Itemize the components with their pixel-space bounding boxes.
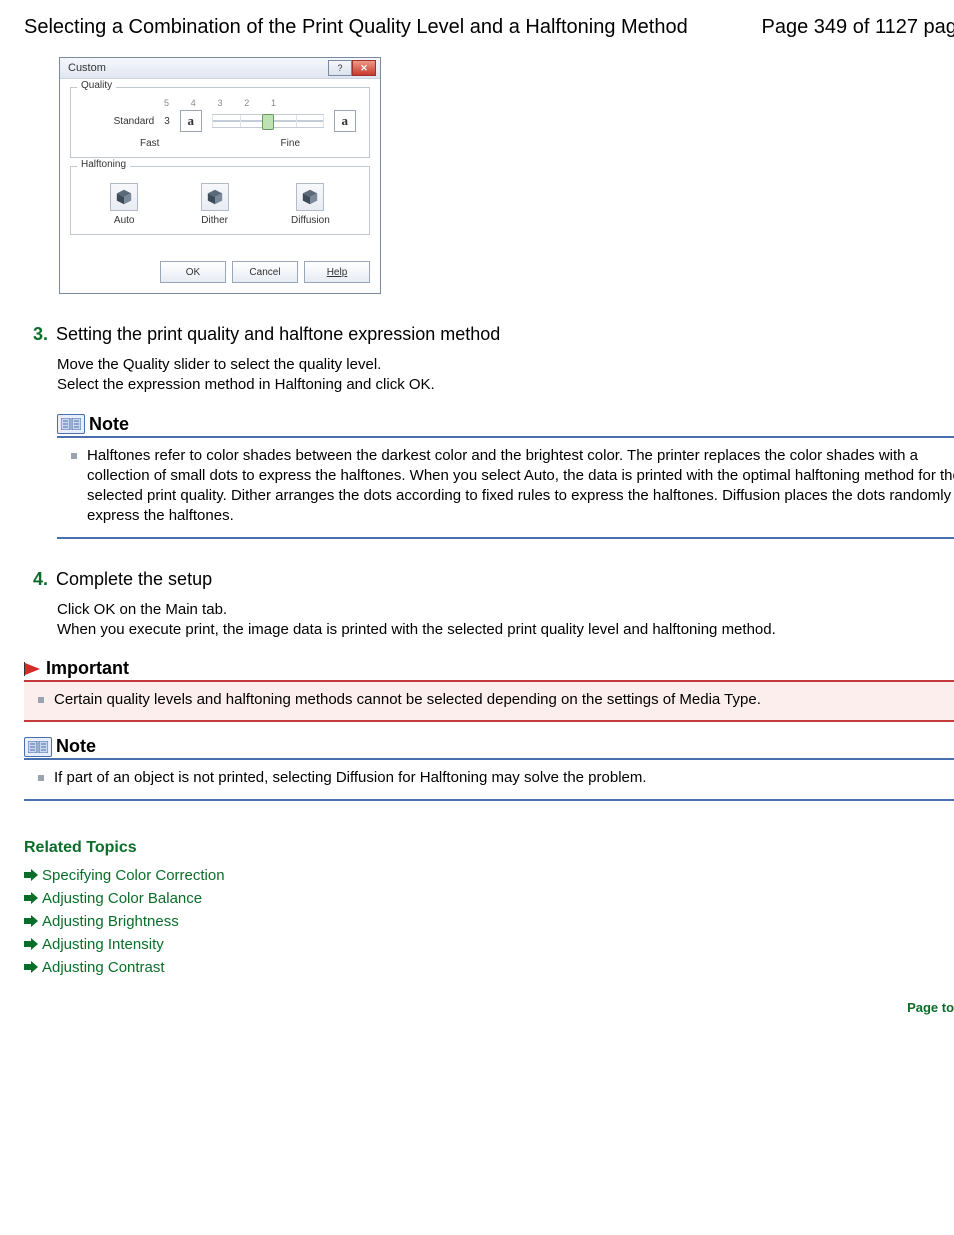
note-body: If part of an object is not printed, sel… (24, 760, 954, 800)
important-body: Certain quality levels and halftoning me… (24, 682, 954, 722)
related-link[interactable]: Specifying Color Correction (24, 867, 954, 884)
halftoning-option-diffusion[interactable]: Diffusion (291, 183, 330, 226)
halftoning-option-dither[interactable]: Dither (201, 183, 229, 226)
slider-ticks: 54321 (164, 98, 276, 108)
related-heading: Related Topics (24, 839, 954, 857)
note-icon (57, 414, 85, 434)
note-icon (24, 737, 52, 757)
halftoning-group-label: Halftoning (77, 159, 130, 170)
step-title: Complete the setup (56, 569, 212, 590)
step-title: Setting the print quality and halftone e… (56, 324, 500, 345)
help-icon[interactable]: ? (328, 60, 352, 76)
quality-icon-fine: a (334, 110, 356, 132)
dialog-title: Custom (68, 62, 106, 74)
quality-slider[interactable] (212, 114, 324, 128)
step-4-body: Click OK on the Main tab. When you execu… (57, 600, 954, 641)
related-link[interactable]: Adjusting Contrast (24, 959, 954, 976)
arrow-right-icon (24, 915, 38, 927)
related-link[interactable]: Adjusting Color Balance (24, 890, 954, 907)
quality-icon-fast: a (180, 110, 202, 132)
quality-group: Quality 54321 Standard 3 a (70, 87, 370, 158)
halftoning-option-auto[interactable]: Auto (110, 183, 138, 226)
related-link[interactable]: Adjusting Brightness (24, 913, 954, 930)
page-indicator: Page 349 of 1127 pages (762, 16, 954, 39)
arrow-right-icon (24, 938, 38, 950)
important-heading: Important (24, 658, 954, 682)
page-title: Selecting a Combination of the Print Qua… (24, 16, 762, 39)
step-number: 4. (24, 569, 48, 590)
quality-group-label: Quality (77, 80, 116, 91)
step-3-body: Move the Quality slider to select the qu… (57, 355, 954, 396)
note-body: Halftones refer to color shades between … (57, 438, 954, 539)
cube-icon (296, 183, 324, 211)
page-top-link[interactable]: Page top (24, 1000, 954, 1015)
ok-button[interactable]: OK (160, 261, 226, 283)
step-3: 3. Setting the print quality and halfton… (24, 324, 954, 345)
arrow-right-icon (24, 869, 38, 881)
note-heading: Note (24, 736, 954, 760)
help-button[interactable]: Help (304, 261, 370, 283)
cancel-button[interactable]: Cancel (232, 261, 298, 283)
related-topics: Related Topics Specifying Color Correcti… (24, 839, 954, 976)
slider-thumb[interactable] (262, 114, 274, 130)
related-link[interactable]: Adjusting Intensity (24, 936, 954, 953)
arrow-right-icon (24, 892, 38, 904)
step-4: 4. Complete the setup (24, 569, 954, 590)
fast-label: Fast (140, 138, 159, 149)
fine-label: Fine (281, 138, 300, 149)
flag-icon (24, 662, 42, 676)
standard-label: Standard (84, 116, 154, 127)
halftoning-group: Halftoning Auto Dither Diffusion (70, 166, 370, 235)
custom-dialog: Custom ? ✕ Quality 54321 Standard 3 a (59, 57, 381, 294)
cube-icon (110, 183, 138, 211)
standard-value: 3 (164, 116, 170, 127)
cube-icon (201, 183, 229, 211)
note-heading: Note (57, 414, 954, 438)
step-number: 3. (24, 324, 48, 345)
arrow-right-icon (24, 961, 38, 973)
close-icon[interactable]: ✕ (352, 60, 376, 76)
